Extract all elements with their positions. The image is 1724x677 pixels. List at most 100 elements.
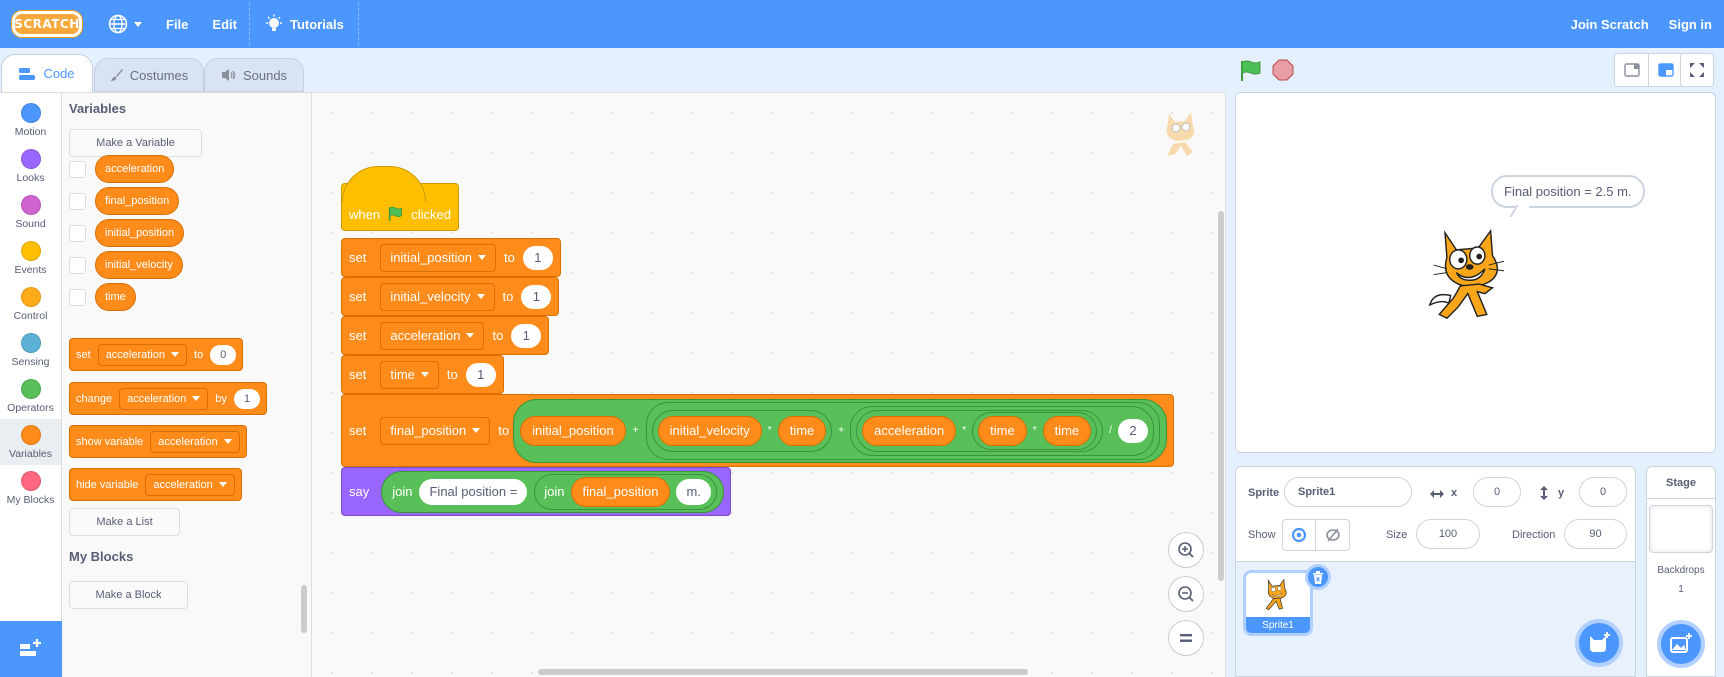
say-block[interactable]: say join Final position = join final_pos… — [341, 467, 731, 516]
variable-reporter[interactable]: final_position — [570, 476, 671, 507]
variable-dropdown[interactable]: time — [380, 360, 439, 389]
zoom-out-button[interactable] — [1168, 576, 1204, 612]
sprite-tile[interactable]: Sprite1 — [1243, 570, 1313, 636]
variable-reporter[interactable]: final_position — [95, 187, 180, 215]
edit-menu[interactable]: Edit — [200, 0, 249, 48]
zoom-reset-button[interactable] — [1168, 620, 1204, 656]
fullscreen-button[interactable] — [1680, 53, 1714, 87]
y-input[interactable]: 0 — [1579, 477, 1627, 507]
variable-checkbox[interactable] — [69, 160, 86, 178]
palette-scrollbar[interactable] — [301, 585, 307, 633]
tab-costumes[interactable]: Costumes — [94, 58, 204, 92]
sprite-cat-icon[interactable] — [1426, 223, 1521, 328]
stage-thumbnail[interactable] — [1649, 505, 1713, 553]
text-input[interactable]: Final position = — [419, 478, 528, 505]
category-my-blocks[interactable]: My Blocks — [0, 465, 61, 511]
palette-set-block[interactable]: set acceleration to 0 — [69, 338, 244, 371]
join-scratch-link[interactable]: Join Scratch — [1555, 0, 1665, 48]
variable-reporter[interactable]: initial_velocity — [657, 415, 762, 446]
variable-reporter[interactable]: time — [777, 415, 827, 446]
make-block-button[interactable]: Make a Block — [69, 581, 188, 609]
delete-sprite-button[interactable] — [1305, 564, 1331, 590]
add-operator-block[interactable]: initial_velocity * time + acceleration *… — [645, 401, 1160, 460]
category-motion[interactable]: Motion — [0, 97, 61, 143]
palette-hide-variable-block[interactable]: hide variable acceleration — [69, 468, 242, 501]
scratch-logo[interactable]: SCRATCH — [12, 11, 82, 37]
value-input[interactable]: 1 — [234, 388, 261, 409]
variable-checkbox[interactable] — [69, 256, 86, 274]
join-operator-block[interactable]: join final_position m. — [534, 473, 717, 510]
text-input[interactable]: m. — [676, 478, 711, 505]
palette-show-variable-block[interactable]: show variable acceleration — [69, 425, 247, 458]
add-operator-block[interactable]: initial_position + initial_velocity * ti… — [513, 398, 1167, 463]
zoom-in-button[interactable] — [1168, 532, 1204, 568]
category-variables[interactable]: Variables — [0, 419, 61, 465]
variable-checkbox[interactable] — [69, 192, 86, 210]
category-events[interactable]: Events — [0, 235, 61, 281]
stop-button[interactable] — [1272, 59, 1294, 81]
stage-canvas[interactable]: Final position = 2.5 m. — [1235, 92, 1716, 453]
variable-reporter[interactable]: time — [978, 415, 1027, 446]
variable-dropdown[interactable]: acceleration — [380, 321, 485, 350]
tutorials-button[interactable]: Tutorials — [250, 0, 358, 48]
variable-dropdown[interactable]: initial_velocity — [380, 282, 495, 311]
category-operators[interactable]: Operators — [0, 373, 61, 419]
variable-reporter[interactable]: initial_position — [520, 415, 626, 446]
variable-reporter[interactable]: initial_velocity — [95, 251, 183, 279]
green-flag-button[interactable] — [1240, 60, 1262, 82]
normal-stage-button[interactable] — [1649, 54, 1683, 86]
set-variable-block[interactable]: set time to 1 — [341, 355, 504, 394]
divide-operator-block[interactable]: acceleration * time * time / 2 — [850, 405, 1154, 456]
variable-dropdown[interactable]: final_position — [380, 416, 491, 445]
variable-dropdown[interactable]: acceleration — [97, 343, 188, 366]
workspace-horizontal-scrollbar[interactable] — [538, 669, 1028, 675]
script-workspace[interactable]: when clicked set initial_position to 1 s… — [312, 92, 1226, 677]
tab-sounds[interactable]: Sounds — [204, 58, 304, 92]
variable-checkbox[interactable] — [69, 224, 86, 242]
multiply-operator-block[interactable]: initial_velocity * time — [651, 409, 833, 452]
multiply-operator-block[interactable]: acceleration * time * time — [856, 409, 1104, 452]
set-variable-block[interactable]: set acceleration to 1 — [341, 316, 550, 355]
add-sprite-button[interactable] — [1575, 619, 1623, 667]
set-variable-block[interactable]: set initial_position to 1 — [341, 238, 561, 277]
category-control[interactable]: Control — [0, 281, 61, 327]
variable-checkbox[interactable] — [69, 288, 86, 306]
add-backdrop-button[interactable] — [1657, 620, 1705, 668]
value-input[interactable]: 0 — [210, 344, 237, 365]
palette-change-block[interactable]: change acceleration by 1 — [69, 382, 268, 415]
set-variable-block[interactable]: set initial_velocity to 1 — [341, 277, 560, 316]
variable-dropdown[interactable]: acceleration — [145, 473, 235, 496]
sign-in-link[interactable]: Sign in — [1665, 0, 1724, 48]
stage-target-pane[interactable]: Stage Backdrops 1 — [1646, 466, 1716, 677]
make-list-button[interactable]: Make a List — [69, 508, 180, 536]
show-sprite-button[interactable] — [1283, 520, 1316, 550]
variable-reporter[interactable]: initial_position — [95, 219, 185, 247]
variable-dropdown[interactable]: initial_position — [380, 243, 497, 272]
sprite-name-input[interactable]: Sprite1 — [1284, 477, 1412, 507]
variable-reporter[interactable]: time — [1042, 415, 1092, 446]
category-sensing[interactable]: Sensing — [0, 327, 61, 373]
size-input[interactable]: 100 — [1416, 519, 1480, 549]
value-input[interactable]: 1 — [465, 362, 496, 387]
workspace-vertical-scrollbar[interactable] — [1218, 211, 1224, 581]
language-menu[interactable] — [96, 0, 154, 48]
variable-dropdown[interactable]: acceleration — [150, 430, 240, 453]
category-looks[interactable]: Looks — [0, 143, 61, 189]
variable-reporter[interactable]: acceleration — [862, 415, 957, 446]
file-menu[interactable]: File — [154, 0, 200, 48]
x-input[interactable]: 0 — [1473, 477, 1521, 507]
value-input[interactable]: 1 — [522, 245, 553, 270]
value-input[interactable]: 2 — [1117, 418, 1148, 443]
make-variable-button[interactable]: Make a Variable — [69, 129, 202, 157]
join-operator-block[interactable]: join Final position = join final_positio… — [381, 470, 724, 513]
variable-reporter[interactable]: time — [95, 283, 136, 311]
multiply-operator-block[interactable]: time * time — [972, 411, 1098, 450]
add-extension-button[interactable] — [0, 621, 62, 677]
hide-sprite-button[interactable] — [1316, 520, 1349, 550]
set-final-position-block[interactable]: set final_position to initial_position +… — [341, 394, 1174, 467]
small-stage-button[interactable] — [1615, 54, 1649, 86]
when-flag-clicked-block[interactable]: when clicked — [341, 166, 459, 231]
value-input[interactable]: 1 — [511, 323, 542, 348]
variable-reporter[interactable]: acceleration — [95, 155, 175, 183]
value-input[interactable]: 1 — [521, 284, 552, 309]
